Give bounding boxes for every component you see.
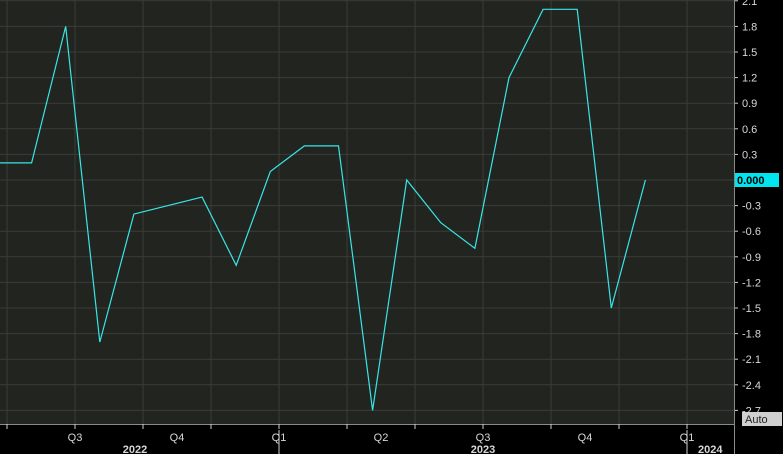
y-axis: 2.1 1.8 1.5 1.2 0.9 0.6 0.3 0.000 -0.3 -0.6 -0.9 -1… bbox=[734, 0, 779, 454]
year-label: 2023 bbox=[471, 444, 495, 454]
y-tick-label: -0.3 bbox=[742, 201, 761, 213]
y-tick-label: -0.9 bbox=[742, 252, 761, 264]
x-tick-label: Q4 bbox=[578, 432, 593, 444]
y-tick-label: 1.5 bbox=[742, 47, 757, 59]
auto-button[interactable]: Auto bbox=[742, 412, 782, 426]
line-chart: 2.1 1.8 1.5 1.2 0.9 0.6 0.3 0.000 -0.3 -0.6 -0.9 -1… bbox=[0, 0, 783, 454]
x-tick-label: Q3 bbox=[68, 432, 83, 444]
year-label: 2024 bbox=[698, 444, 723, 454]
x-axis: Q3 Q4 Q1 Q2 Q3 Q4 Q12022 2023 2024 bbox=[0, 424, 734, 454]
x-tick-label: Q3 bbox=[476, 432, 491, 444]
y-tick-label: -1.5 bbox=[742, 303, 761, 315]
y-tick-label: -2.4 bbox=[742, 380, 761, 392]
last-value-label: 0.000 bbox=[737, 175, 765, 187]
y-tick-label: 0.6 bbox=[742, 124, 757, 136]
y-tick-label: -0.6 bbox=[742, 226, 761, 238]
y-tick-label: 0.9 bbox=[742, 98, 757, 110]
y-tick-label: 1.8 bbox=[742, 21, 757, 33]
y-tick-label: -2.1 bbox=[742, 354, 761, 366]
year-label: 2022 bbox=[123, 444, 147, 454]
y-tick-label: -1.2 bbox=[742, 277, 761, 289]
y-tick-label: 2.1 bbox=[742, 0, 757, 8]
y-tick-label: 0.3 bbox=[742, 149, 757, 161]
plot-background bbox=[0, 0, 734, 424]
y-tick-label: 1.2 bbox=[742, 73, 757, 85]
y-tick-label: -1.8 bbox=[742, 329, 761, 341]
x-tick-label: Q2 bbox=[374, 432, 389, 444]
chart-svg: 2.1 1.8 1.5 1.2 0.9 0.6 0.3 0.000 -0.3 -0.6 -0.9 -1… bbox=[0, 0, 782, 454]
x-tick-label: Q4 bbox=[170, 432, 185, 444]
auto-button-label[interactable]: Auto bbox=[745, 414, 768, 426]
